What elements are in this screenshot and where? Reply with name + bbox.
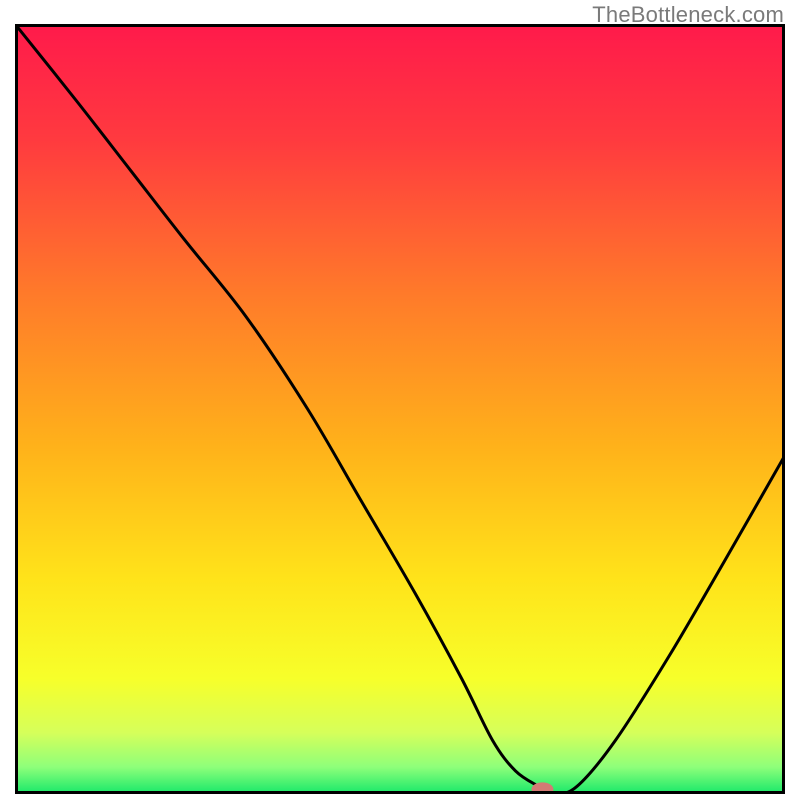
chart-frame [15, 24, 785, 794]
chart-background-gradient [15, 24, 785, 794]
bottleneck-chart [15, 24, 785, 794]
